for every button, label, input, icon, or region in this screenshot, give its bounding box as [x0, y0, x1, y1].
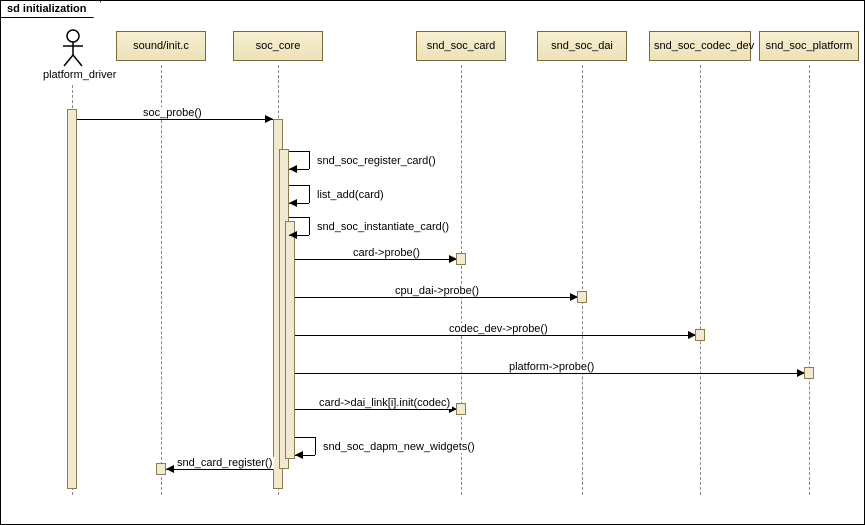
activation-card-register	[156, 463, 166, 475]
label-card-register: snd_card_register()	[175, 457, 274, 469]
lifeline-platform	[809, 65, 810, 495]
label-soc-probe: soc_probe()	[141, 107, 204, 119]
lifeline-head-card: snd_soc_card	[416, 31, 506, 61]
label-codec-probe: codec_dev->probe()	[447, 323, 550, 335]
activation-platform-probe	[804, 367, 814, 379]
label-register-card: snd_soc_register_card()	[315, 155, 438, 167]
actor-label: platform_driver	[43, 69, 103, 81]
activation-soccore-3	[285, 221, 295, 459]
label-instantiate: snd_soc_instantiate_card()	[315, 221, 451, 233]
activation-dai-probe	[577, 291, 587, 303]
label-card-probe: card->probe()	[351, 247, 422, 259]
label-platform-probe: platform->probe()	[507, 361, 596, 373]
diagram-title: sd initialization	[0, 0, 101, 18]
activation-actor	[67, 109, 77, 489]
lifeline-head-soccore: soc_core	[233, 31, 323, 61]
arrow-dai-link-init	[295, 409, 456, 410]
lifeline-card	[461, 65, 462, 495]
arrow-card-register	[166, 469, 273, 470]
arrowhead-card-register	[166, 465, 174, 473]
activation-codec-probe	[695, 329, 705, 341]
arrow-codec-probe	[295, 335, 695, 336]
lifeline-head-codec: snd_soc_codec_dev	[649, 31, 751, 61]
sequence-diagram: sd initialization platform_driver sound/…	[0, 0, 865, 525]
label-list-add: list_add(card)	[315, 189, 386, 201]
lifeline-head-dai: snd_soc_dai	[537, 31, 627, 61]
label-dai-probe: cpu_dai->probe()	[393, 285, 481, 297]
actor-icon	[61, 29, 85, 67]
arrow-platform-probe	[295, 373, 804, 374]
lifeline-head-init: sound/init.c	[116, 31, 206, 61]
arrow-card-probe	[295, 259, 456, 260]
label-dai-link-init: card->dai_link[i].init(codec)	[317, 397, 452, 409]
arrow-soc-probe	[77, 119, 273, 120]
lifeline-init	[161, 65, 162, 495]
arrow-dai-probe	[295, 297, 577, 298]
activation-card-probe	[456, 253, 466, 265]
arrowhead-soc-probe	[265, 115, 273, 123]
lifeline-dai	[582, 65, 583, 495]
lifeline-codec	[700, 65, 701, 495]
label-dapm: snd_soc_dapm_new_widgets()	[321, 441, 477, 453]
activation-dai-link-init	[456, 403, 466, 415]
lifeline-head-platform: snd_soc_platform	[759, 31, 859, 61]
actor-platform-driver: platform_driver	[43, 29, 103, 81]
